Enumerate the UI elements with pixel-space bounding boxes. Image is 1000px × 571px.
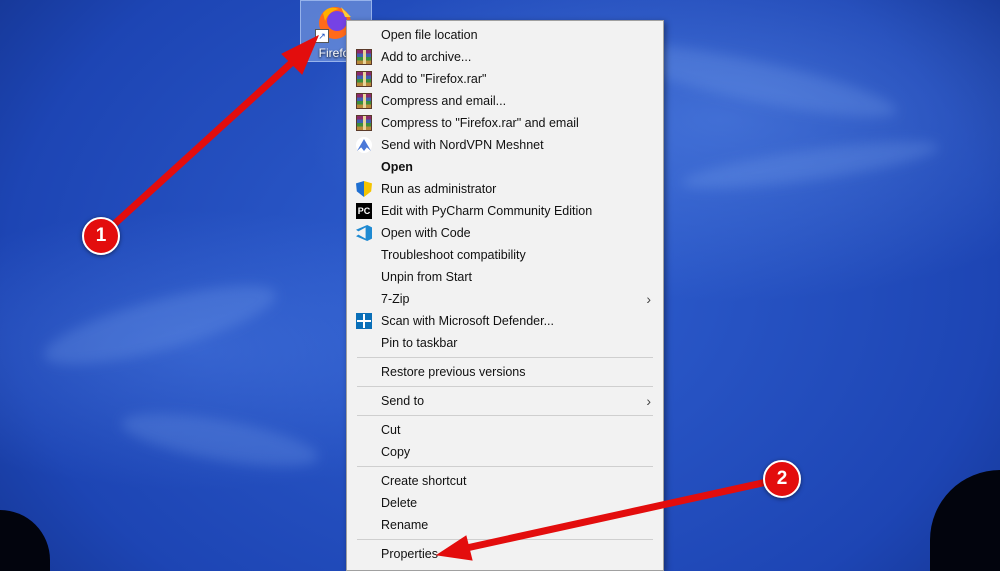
menu-item-label: Unpin from Start [381, 270, 473, 284]
menu-item-create-shortcut[interactable]: Create shortcut [347, 470, 663, 492]
menu-item-7zip[interactable]: 7-Zip › [347, 288, 663, 310]
menu-item-label: Compress and email... [381, 94, 507, 108]
winrar-icon [356, 49, 372, 65]
menu-item-label: Open file location [381, 28, 478, 42]
menu-item-label: Pin to taskbar [381, 336, 458, 350]
chevron-right-icon: › [646, 393, 651, 409]
annotation-badge-1: 1 [82, 217, 120, 255]
menu-item-compress-to-rar-and-email[interactable]: Compress to "Firefox.rar" and email [347, 112, 663, 134]
menu-item-compress-and-email[interactable]: Compress and email... [347, 90, 663, 112]
menu-item-add-to-archive[interactable]: Add to archive... [347, 46, 663, 68]
menu-item-label: Delete [381, 496, 418, 510]
background-cloud-streak [37, 269, 283, 381]
menu-item-label: Compress to "Firefox.rar" and email [381, 116, 579, 130]
winrar-icon [356, 71, 372, 87]
winrar-icon [356, 93, 372, 109]
menu-separator [357, 357, 653, 358]
annotation-badge-2: 2 [763, 460, 801, 498]
winrar-icon [356, 115, 372, 131]
menu-item-label: Open [381, 160, 413, 174]
menu-item-send-with-nordvpn[interactable]: Send with NordVPN Meshnet [347, 134, 663, 156]
menu-item-cut[interactable]: Cut [347, 419, 663, 441]
annotation-arrow-1-shaft [106, 51, 304, 232]
menu-item-scan-with-defender[interactable]: Scan with Microsoft Defender... [347, 310, 663, 332]
menu-item-run-as-administrator[interactable]: Run as administrator [347, 178, 663, 200]
menu-item-label: Copy [381, 445, 411, 459]
menu-item-label: Cut [381, 423, 401, 437]
menu-item-troubleshoot-compatibility[interactable]: Troubleshoot compatibility [347, 244, 663, 266]
menu-item-label: Run as administrator [381, 182, 497, 196]
menu-item-label: Open with Code [381, 226, 471, 240]
menu-item-rename[interactable]: Rename [347, 514, 663, 536]
background-cloud-streak [118, 402, 322, 478]
menu-item-label: Send to [381, 394, 425, 408]
menu-item-open-file-location[interactable]: Open file location [347, 24, 663, 46]
space-background [930, 470, 1000, 571]
menu-item-open-with-code[interactable]: Open with Code [347, 222, 663, 244]
menu-item-label: Properties [381, 547, 438, 561]
menu-item-label: 7-Zip [381, 292, 410, 306]
menu-item-edit-with-pycharm[interactable]: PC Edit with PyCharm Community Edition [347, 200, 663, 222]
menu-item-copy[interactable]: Copy [347, 441, 663, 463]
menu-item-label: Create shortcut [381, 474, 467, 488]
defender-icon [356, 313, 372, 329]
chevron-right-icon: › [646, 291, 651, 307]
menu-item-open[interactable]: Open [347, 156, 663, 178]
menu-item-label: Add to "Firefox.rar" [381, 72, 487, 86]
menu-item-unpin-from-start[interactable]: Unpin from Start [347, 266, 663, 288]
pycharm-icon: PC [356, 203, 372, 219]
context-menu: Open file location Add to archive... Add… [346, 20, 664, 571]
menu-separator [357, 415, 653, 416]
menu-item-label: Rename [381, 518, 429, 532]
menu-item-label: Add to archive... [381, 50, 472, 64]
menu-separator [357, 466, 653, 467]
space-background [0, 510, 50, 571]
menu-item-pin-to-taskbar[interactable]: Pin to taskbar [347, 332, 663, 354]
menu-item-label: Edit with PyCharm Community Edition [381, 204, 593, 218]
shortcut-arrow-icon: ↗ [315, 29, 329, 43]
menu-item-delete[interactable]: Delete [347, 492, 663, 514]
menu-item-label: Send with NordVPN Meshnet [381, 138, 544, 152]
menu-item-add-to-firefox-rar[interactable]: Add to "Firefox.rar" [347, 68, 663, 90]
menu-item-label: Scan with Microsoft Defender... [381, 314, 554, 328]
menu-item-properties[interactable]: Properties [347, 543, 663, 565]
uac-shield-icon [356, 181, 372, 197]
menu-item-label: Restore previous versions [381, 365, 526, 379]
menu-item-send-to[interactable]: Send to › [347, 390, 663, 412]
menu-item-restore-previous-versions[interactable]: Restore previous versions [347, 361, 663, 383]
menu-separator [357, 539, 653, 540]
menu-item-label: Troubleshoot compatibility [381, 248, 526, 262]
background-cloud-streak [679, 132, 941, 198]
vscode-icon [356, 225, 372, 241]
menu-separator [357, 386, 653, 387]
nordvpn-icon [356, 137, 372, 153]
